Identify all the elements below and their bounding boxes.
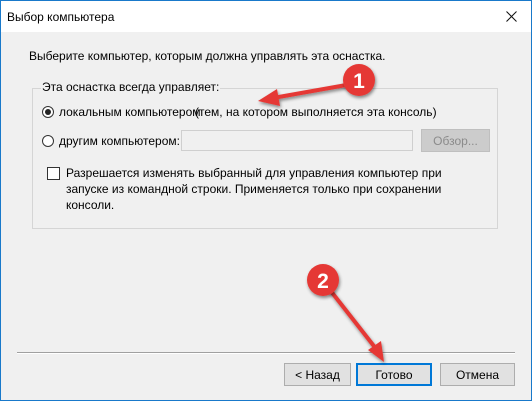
computer-selection-dialog: Выбор компьютера Выберите компьютер, кот… xyxy=(0,0,532,401)
browse-button[interactable]: Обзор... xyxy=(421,129,490,152)
other-computer-radio[interactable] xyxy=(42,135,54,147)
instruction-text: Выберите компьютер, которым должна управ… xyxy=(29,49,386,63)
footer-separator xyxy=(17,352,515,354)
other-computer-label[interactable]: другим компьютером: xyxy=(59,134,180,148)
local-computer-label[interactable]: локальным компьютером xyxy=(59,105,201,119)
title-bar: Выбор компьютера xyxy=(1,1,531,32)
finish-button[interactable]: Готово xyxy=(356,363,432,386)
allow-change-label[interactable]: Разрешается изменять выбранный для управ… xyxy=(66,165,486,213)
manage-target-group: Эта оснастка всегда управляет: локальным… xyxy=(32,80,498,229)
dialog-body: Выберите компьютер, которым должна управ… xyxy=(1,32,531,400)
back-button[interactable]: < Назад xyxy=(284,363,351,386)
local-computer-note: (тем, на котором выполняется эта консоль… xyxy=(195,105,437,119)
close-button[interactable] xyxy=(501,6,521,26)
cancel-button[interactable]: Отмена xyxy=(440,363,515,386)
computer-name-input[interactable] xyxy=(181,130,413,151)
group-label: Эта оснастка всегда управляет: xyxy=(41,80,221,94)
close-icon xyxy=(505,10,517,22)
allow-change-checkbox[interactable] xyxy=(47,167,60,180)
local-computer-radio[interactable] xyxy=(42,106,54,118)
window-title: Выбор компьютера xyxy=(7,10,115,24)
